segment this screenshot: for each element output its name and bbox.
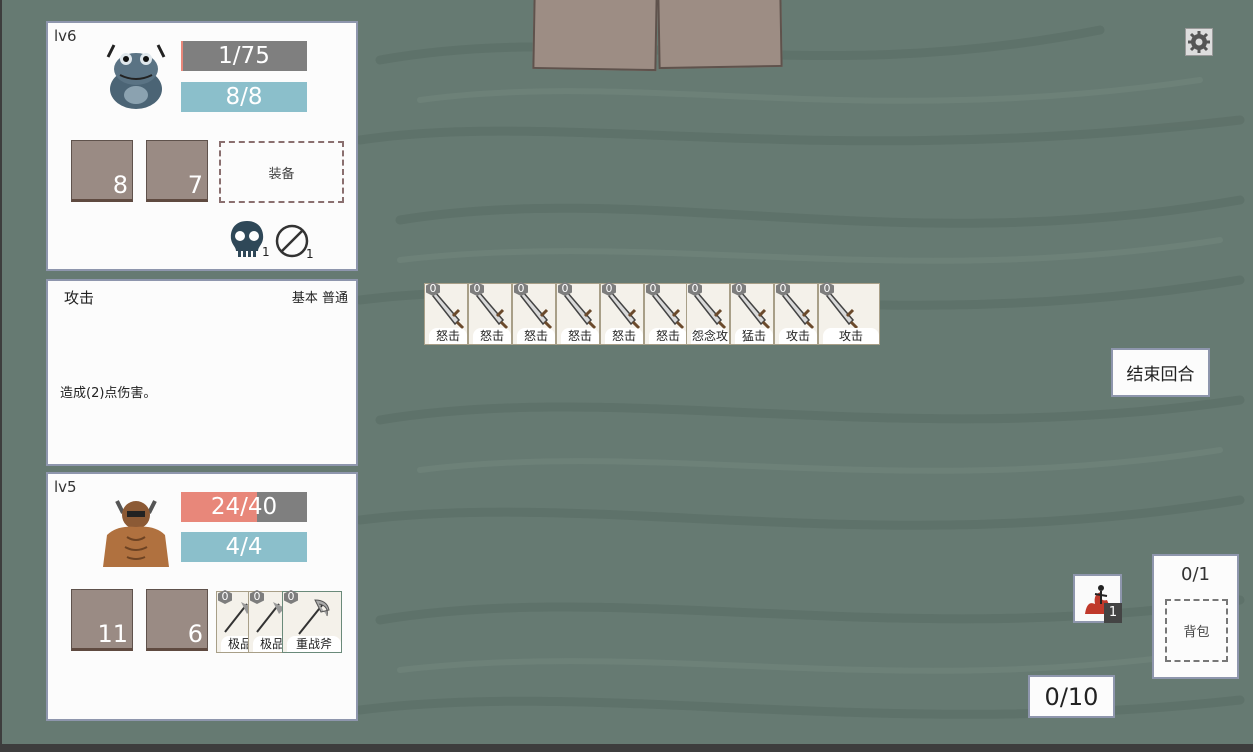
card-description-panel: 攻击 基本 普通 造成(2)点伤害。 [46, 279, 358, 466]
hand-card[interactable]: 0 攻击 [774, 282, 818, 345]
hand-card[interactable]: 0 怒击 [424, 282, 468, 345]
enemy-slot-2-value: 6 [187, 620, 203, 648]
player-mp-bar: 8/8 [181, 82, 307, 112]
player-slot-1[interactable]: 8 [71, 140, 133, 202]
hand-card-name: 怒击 [561, 328, 599, 344]
hand-card[interactable]: 0 怒击 [556, 282, 600, 345]
hand-card-name: 攻击 [823, 328, 879, 344]
sword-icon [826, 290, 859, 330]
player-slot-1-value: 8 [112, 171, 128, 199]
buff-count: 1 [1104, 603, 1122, 623]
player-panel: lv6 1/75 8/8 8 7 装备 1 1 [46, 21, 358, 271]
enemy-hp-bar: 24/40 [181, 492, 307, 522]
skull-icon [230, 221, 264, 257]
enemy-card-name: 重战斧 [287, 636, 341, 652]
description-title: 攻击 [64, 289, 95, 307]
end-turn-button[interactable]: 结束回合 [1111, 348, 1210, 397]
player-hp-fill [181, 41, 183, 71]
player-slot-2-value: 7 [187, 171, 203, 199]
energy-value: 0/10 [1044, 682, 1099, 711]
hand-row: 0 怒击 0 怒击 0 怒击 0 怒击 0 怒击 0 怒击 0 怨念攻 0 猛击 0 攻击 0 攻击 [424, 282, 880, 345]
sword-icon [782, 290, 815, 330]
description-tags: 基本 普通 [291, 291, 348, 306]
backpack-panel: 0/1 背包 [1152, 554, 1239, 679]
hand-card[interactable]: 0 怒击 [468, 282, 512, 345]
hand-card-name: 怒击 [605, 328, 643, 344]
enemy-slot-1-value: 11 [97, 620, 128, 648]
backpack-slot[interactable]: 背包 [1165, 599, 1228, 662]
hand-card-name: 怨念攻 [691, 328, 729, 344]
status-block-count: 1 [306, 247, 314, 261]
hand-card-name: 怒击 [649, 328, 687, 344]
backpack-label: 背包 [1183, 625, 1210, 640]
description-text: 造成(2)点伤害。 [60, 386, 157, 401]
player-hp-bar: 1/75 [181, 41, 307, 71]
sword-icon [694, 290, 727, 330]
enemy-panel: lv5 24/40 4/4 11 6 0 极品 0 极品 0 重战斧 [46, 472, 358, 721]
player-hp-text: 1/75 [218, 43, 270, 69]
player-level: lv6 [54, 27, 77, 45]
enemy-mp-text: 4/4 [225, 534, 263, 560]
end-turn-label: 结束回合 [1126, 365, 1195, 385]
sword-icon [520, 290, 553, 330]
enemy-hp-text: 24/40 [210, 494, 278, 520]
sword-icon [608, 290, 641, 330]
enemy-level: lv5 [54, 478, 77, 496]
enemy-mp-bar: 4/4 [181, 532, 307, 562]
battle-axe-icon [298, 599, 330, 635]
hand-card-name: 攻击 [779, 328, 817, 344]
status-poison[interactable]: 1 [228, 219, 270, 263]
hand-card[interactable]: 0 怒击 [644, 282, 688, 345]
settings-button[interactable] [1185, 28, 1213, 56]
hand-card-name: 猛击 [735, 328, 773, 344]
enemy-card[interactable]: 0 重战斧 [282, 590, 342, 653]
hand-card[interactable]: 0 怨念攻 [686, 282, 730, 345]
hand-card[interactable]: 0 猛击 [730, 282, 774, 345]
hand-card-name: 怒击 [473, 328, 511, 344]
deck-pile-right[interactable] [657, 0, 783, 70]
backpack-count: 0/1 [1181, 564, 1210, 585]
sword-icon [476, 290, 509, 330]
status-block[interactable]: 1 [274, 223, 318, 267]
player-mp-text: 8/8 [225, 84, 263, 110]
status-poison-count: 1 [262, 245, 270, 259]
hand-card[interactable]: 0 攻击 [818, 282, 880, 345]
enemy-slot-1[interactable]: 11 [71, 589, 133, 651]
sword-icon [564, 290, 597, 330]
toad-portrait [106, 44, 166, 109]
hand-card[interactable]: 0 怒击 [512, 282, 556, 345]
hand-card-name: 怒击 [429, 328, 467, 344]
deck-pile-left[interactable] [532, 0, 658, 72]
equip-slot-label: 装备 [268, 166, 295, 182]
energy-counter: 0/10 [1028, 675, 1115, 718]
equip-slot[interactable]: 装备 [219, 141, 344, 203]
gear-icon [1188, 31, 1210, 53]
warrior-portrait [103, 500, 169, 567]
enemy-slot-2[interactable]: 6 [146, 589, 208, 651]
buff-slot[interactable]: 1 [1073, 574, 1122, 623]
hand-card-name: 怒击 [517, 328, 555, 344]
no-entry-icon [275, 224, 309, 258]
hand-card[interactable]: 0 怒击 [600, 282, 644, 345]
player-slot-2[interactable]: 7 [146, 140, 208, 202]
sword-icon [432, 290, 465, 330]
sword-icon [652, 290, 685, 330]
sword-icon [738, 290, 771, 330]
